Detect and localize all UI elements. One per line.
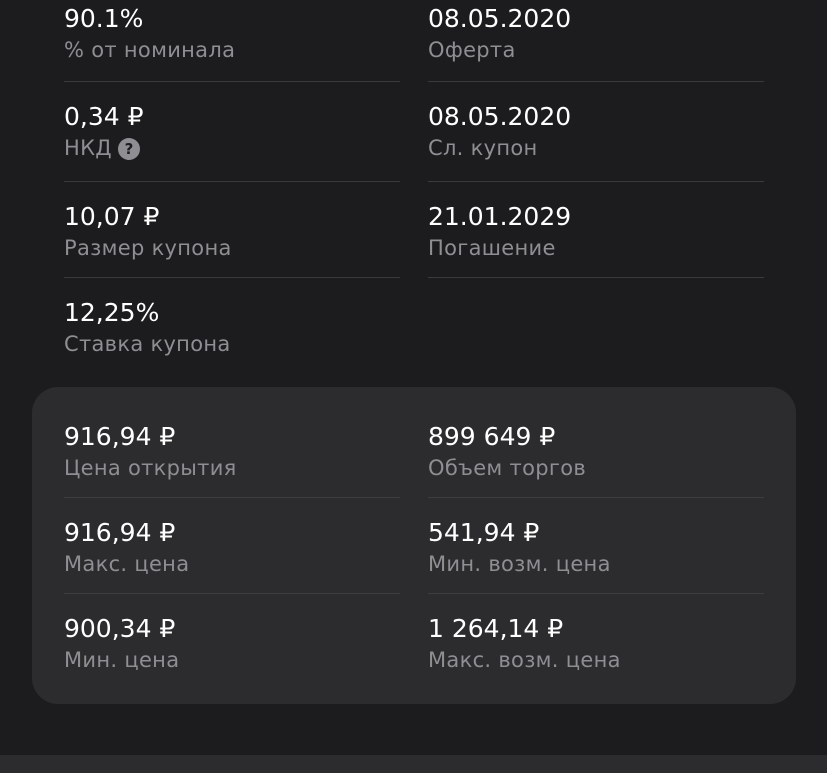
accrued-interest-label: НКД [64, 136, 113, 160]
divider [428, 81, 764, 82]
max-price-value: 916,94 ₽ [64, 518, 176, 547]
divider [428, 497, 764, 498]
divider [64, 181, 400, 182]
trading-stats-card: 916,94 ₽ Цена открытия 899 649 ₽ Объем т… [32, 387, 796, 704]
trading-volume-label: Объем торгов [428, 456, 587, 480]
next-coupon-value: 08.05.2020 [428, 102, 572, 131]
offer-value: 08.05.2020 [428, 4, 572, 33]
min-price-label: Мин. цена [64, 648, 180, 672]
divider [428, 277, 764, 278]
price-percent-value: 90.1% [64, 4, 144, 33]
coupon-rate-value: 12,25% [64, 298, 160, 327]
help-icon[interactable]: ? [118, 138, 141, 160]
divider [64, 593, 400, 594]
min-possible-price-value: 541,94 ₽ [428, 518, 540, 547]
open-price-value: 916,94 ₽ [64, 422, 176, 451]
open-price-label: Цена открытия [64, 456, 237, 480]
max-possible-price-value: 1 264,14 ₽ [428, 614, 564, 643]
min-possible-price-label: Мин. возм. цена [428, 552, 611, 576]
divider [428, 593, 764, 594]
divider [428, 181, 764, 182]
maturity-label: Погашение [428, 236, 556, 260]
trading-volume-value: 899 649 ₽ [428, 422, 556, 451]
maturity-value: 21.01.2029 [428, 202, 572, 231]
divider [64, 81, 400, 82]
coupon-size-value: 10,07 ₽ [64, 202, 160, 231]
max-possible-price-label: Макс. возм. цена [428, 648, 621, 672]
accrued-interest-value: 0,34 ₽ [64, 102, 144, 131]
accrued-interest-label-row: НКД? [64, 135, 141, 161]
divider [64, 497, 400, 498]
bottom-bar [0, 755, 827, 773]
coupon-size-label: Размер купона [64, 236, 232, 260]
min-price-value: 900,34 ₽ [64, 614, 176, 643]
coupon-rate-label: Ставка купона [64, 332, 231, 356]
max-price-label: Макс. цена [64, 552, 190, 576]
offer-label: Оферта [428, 38, 516, 62]
next-coupon-label: Сл. купон [428, 136, 538, 160]
divider [64, 277, 400, 278]
price-percent-label: % от номинала [64, 38, 236, 62]
